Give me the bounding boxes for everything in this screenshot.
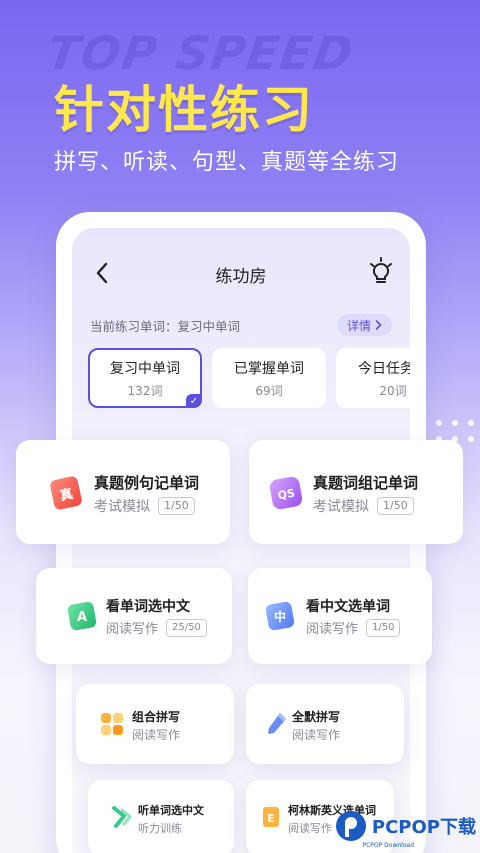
tab-today[interactable]: 今日任务词 20词 bbox=[336, 348, 410, 408]
card-subtitle: 阅读写作 bbox=[292, 726, 340, 743]
book-e-icon: E bbox=[263, 807, 279, 827]
card-subtitle: 阅读写作 25/50 bbox=[106, 618, 207, 637]
chinese-char-icon: 中 bbox=[265, 601, 295, 631]
puzzle-icon bbox=[101, 713, 123, 735]
detail-button-label: 详情 bbox=[346, 318, 371, 333]
card-subtitle: 阅读写作 bbox=[132, 726, 180, 743]
phrase-qs-icon: QS bbox=[269, 476, 303, 510]
word-set-tabs: 复习中单词 132词 ✓ 已掌握单词 69词 今日任务词 20词 bbox=[88, 348, 410, 408]
card-chinese-to-word[interactable]: 中 看中文选单词 阅读写作 1/50 bbox=[248, 568, 432, 664]
card-exam-sentence[interactable]: 真 真题例句记单词 考试模拟 1/50 bbox=[16, 440, 230, 544]
progress-badge: 1/50 bbox=[158, 497, 195, 515]
nav-bar: 练功房 bbox=[72, 254, 410, 294]
card-subtitle: 考试模拟 1/50 bbox=[94, 496, 195, 516]
card-subtitle-text: 考试模拟 bbox=[313, 499, 369, 515]
checkmark-icon: ✓ bbox=[186, 394, 202, 408]
current-words-label: 当前练习单词：复习中单词 bbox=[90, 319, 241, 334]
pcpop-logo-icon bbox=[335, 811, 366, 841]
subline: 拼写、听读、句型、真题等全练习 bbox=[54, 150, 400, 175]
tab-reviewing[interactable]: 复习中单词 132词 ✓ bbox=[88, 348, 202, 408]
brand-subtext: PCPOP Download bbox=[362, 842, 415, 849]
exam-scroll-icon: 真 bbox=[50, 476, 82, 510]
headline: 针对性练习 bbox=[54, 81, 314, 139]
card-subtitle-text: 听力训练 bbox=[138, 822, 182, 835]
card-subtitle-text: 阅读写作 bbox=[288, 822, 332, 835]
tab-count: 20词 bbox=[379, 383, 407, 398]
detail-button[interactable]: 详情 bbox=[336, 314, 392, 336]
card-subtitle-text: 阅读写作 bbox=[132, 728, 181, 742]
card-title: 真题词组记单词 bbox=[313, 474, 419, 492]
progress-badge: 25/50 bbox=[166, 618, 207, 637]
card-exam-phrase[interactable]: QS 真题词组记单词 考试模拟 1/50 bbox=[249, 440, 463, 544]
card-title: 看中文选单词 bbox=[306, 599, 390, 615]
tab-count: 132词 bbox=[127, 383, 163, 398]
brand-name: PCPOP下载 bbox=[371, 817, 476, 838]
card-combine-spell[interactable]: 组合拼写 阅读写作 bbox=[76, 684, 234, 764]
tab-label: 今日任务词 bbox=[358, 360, 410, 377]
tab-count: 69词 bbox=[255, 383, 283, 398]
card-subtitle-text: 考试模拟 bbox=[94, 499, 150, 515]
card-subtitle: 考试模拟 1/50 bbox=[313, 496, 414, 516]
card-subtitle-text: 阅读写作 bbox=[306, 622, 359, 637]
card-subtitle: 阅读写作 bbox=[288, 820, 332, 836]
svg-text:E: E bbox=[267, 812, 275, 825]
card-listen-choose[interactable]: 听单词选中文 听力训练 bbox=[88, 780, 234, 853]
chevron-right-icon bbox=[375, 320, 382, 330]
pencil-icon bbox=[268, 713, 286, 734]
letter-a-icon: A bbox=[67, 601, 97, 631]
decorative-dots bbox=[436, 420, 474, 442]
brand-watermark: PCPOP下载 bbox=[334, 809, 476, 843]
tab-mastered[interactable]: 已掌握单词 69词 bbox=[212, 348, 326, 408]
tab-label: 复习中单词 bbox=[110, 360, 180, 377]
card-title: 看单词选中文 bbox=[106, 599, 190, 615]
card-subtitle: 听力训练 bbox=[138, 820, 182, 836]
card-title: 组合拼写 bbox=[132, 710, 181, 724]
sound-wave-icon bbox=[112, 806, 132, 828]
card-title: 真题例句记单词 bbox=[94, 474, 200, 492]
svg-text:A: A bbox=[77, 610, 87, 625]
card-subtitle-text: 阅读写作 bbox=[106, 622, 159, 637]
tab-label: 已掌握单词 bbox=[234, 360, 304, 377]
card-subtitle-text: 阅读写作 bbox=[292, 728, 341, 742]
card-full-dictation[interactable]: 全默拼写 阅读写作 bbox=[246, 684, 404, 764]
progress-badge: 1/50 bbox=[377, 497, 414, 515]
progress-badge: 1/50 bbox=[366, 618, 401, 637]
lightbulb-icon[interactable] bbox=[368, 256, 394, 286]
card-title: 听单词选中文 bbox=[138, 804, 204, 817]
card-word-to-chinese[interactable]: A 看单词选中文 阅读写作 25/50 bbox=[36, 568, 232, 664]
card-title: 全默拼写 bbox=[292, 710, 341, 724]
page-title: 练功房 bbox=[215, 267, 267, 287]
svg-text:中: 中 bbox=[274, 609, 286, 624]
card-subtitle: 阅读写作 1/50 bbox=[306, 618, 401, 637]
